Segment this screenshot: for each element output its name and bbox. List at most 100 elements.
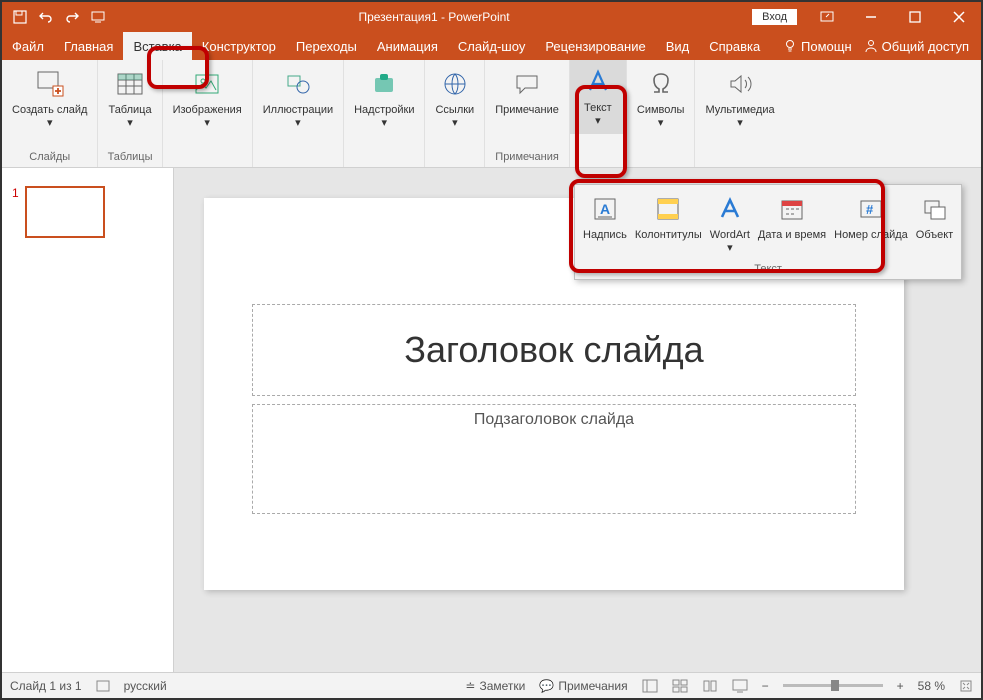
- text-button[interactable]: Текст ▾: [570, 60, 626, 134]
- text-dropdown-panel: A Надпись Колонтитулы WordArt ▾ Дата и в…: [574, 184, 962, 280]
- group-symbols: Символы ▾: [627, 60, 696, 167]
- object-button[interactable]: Объект: [912, 189, 957, 259]
- comments-button[interactable]: 💬 Примечания: [539, 679, 627, 693]
- images-button[interactable]: Изображения ▾: [167, 64, 248, 134]
- wordart-icon: [714, 193, 746, 225]
- headerfooter-button[interactable]: Колонтитулы: [631, 189, 706, 259]
- slide-thumbnail-1[interactable]: 1: [12, 186, 163, 238]
- normal-view-icon[interactable]: [642, 679, 658, 693]
- tab-insert[interactable]: Вставка: [123, 32, 191, 60]
- ribbon-display-icon[interactable]: [805, 2, 849, 32]
- links-button[interactable]: Ссылки ▾: [429, 64, 480, 134]
- svg-text:#: #: [866, 202, 874, 217]
- maximize-icon[interactable]: [893, 2, 937, 32]
- redo-icon[interactable]: [64, 9, 80, 25]
- comment-button[interactable]: Примечание: [489, 64, 565, 121]
- group-links: Ссылки ▾: [425, 60, 485, 167]
- chevron-down-icon: ▾: [452, 117, 458, 130]
- ribbon: Создать слайд ▾ Слайды Таблица ▾ Таблицы…: [2, 60, 981, 168]
- chevron-down-icon: ▾: [127, 117, 133, 130]
- share-button[interactable]: Общий доступ: [864, 39, 969, 54]
- textbox-button[interactable]: A Надпись: [579, 189, 631, 259]
- zoom-value[interactable]: 58 %: [918, 679, 945, 693]
- lightbulb-icon: [783, 39, 797, 53]
- language-button[interactable]: русский: [124, 679, 167, 693]
- group-comments: Примечание Примечания: [485, 60, 570, 167]
- tab-transitions[interactable]: Переходы: [286, 32, 367, 60]
- reading-view-icon[interactable]: [702, 679, 718, 693]
- group-label-slides: Слайды: [6, 149, 93, 167]
- tellme-button[interactable]: Помощн: [783, 39, 852, 54]
- tab-review[interactable]: Рецензирование: [535, 32, 655, 60]
- thumbnail-panel[interactable]: 1: [2, 168, 174, 672]
- slidenumber-button[interactable]: # Номер слайда: [830, 189, 912, 259]
- symbols-button[interactable]: Символы ▾: [631, 64, 691, 134]
- datetime-button[interactable]: Дата и время: [754, 189, 830, 259]
- zoom-slider[interactable]: [783, 684, 883, 687]
- group-media: Мультимедиа ▾: [695, 60, 784, 167]
- slideshow-view-icon[interactable]: [732, 679, 748, 693]
- tab-slideshow[interactable]: Слайд-шоу: [448, 32, 535, 60]
- undo-icon[interactable]: [38, 9, 54, 25]
- text-icon: [582, 66, 614, 98]
- slide-subtitle-placeholder[interactable]: Подзаголовок слайда: [252, 404, 856, 514]
- thumb-number: 1: [12, 186, 19, 238]
- chevron-down-icon: ▾: [658, 117, 664, 130]
- group-label-symbols: [631, 149, 691, 167]
- tab-file[interactable]: Файл: [2, 32, 54, 60]
- group-illustrations: Иллюстрации ▾: [253, 60, 344, 167]
- tab-help[interactable]: Справка: [699, 32, 770, 60]
- minimize-icon[interactable]: [849, 2, 893, 32]
- headerfooter-icon: [652, 193, 684, 225]
- group-label-illustrations: [257, 149, 339, 167]
- slidenumber-icon: #: [855, 193, 887, 225]
- status-bar: Слайд 1 из 1 русский ≐ Заметки 💬 Примеча…: [2, 672, 981, 698]
- addins-button[interactable]: Надстройки ▾: [348, 64, 420, 134]
- tab-home[interactable]: Главная: [54, 32, 123, 60]
- slide-counter[interactable]: Слайд 1 из 1: [10, 679, 82, 693]
- addins-icon: [368, 68, 400, 100]
- wordart-button[interactable]: WordArt ▾: [706, 189, 754, 259]
- group-label-links: [429, 149, 480, 167]
- new-slide-icon: [34, 68, 66, 100]
- table-button[interactable]: Таблица ▾: [102, 64, 157, 134]
- new-slide-button[interactable]: Создать слайд ▾: [6, 64, 93, 134]
- textbox-icon: A: [589, 193, 621, 225]
- media-button[interactable]: Мультимедиа ▾: [699, 64, 780, 134]
- omega-icon: [645, 68, 677, 100]
- zoom-out-button[interactable]: −: [762, 679, 769, 693]
- chevron-down-icon: ▾: [382, 117, 388, 130]
- chevron-down-icon: ▾: [595, 115, 601, 128]
- close-icon[interactable]: [937, 2, 981, 32]
- table-icon: [114, 68, 146, 100]
- chevron-down-icon: ▾: [727, 242, 733, 255]
- illustrations-button[interactable]: Иллюстрации ▾: [257, 64, 339, 134]
- chevron-down-icon: ▾: [295, 117, 301, 130]
- spellcheck-icon[interactable]: [96, 679, 110, 693]
- slide-title-placeholder[interactable]: Заголовок слайда: [252, 304, 856, 396]
- tab-view[interactable]: Вид: [656, 32, 700, 60]
- sorter-view-icon[interactable]: [672, 679, 688, 693]
- save-icon[interactable]: [12, 9, 28, 25]
- group-text: Текст ▾: [570, 60, 627, 167]
- popup-group-label: Текст: [575, 263, 961, 279]
- window-title: Презентация1 - PowerPoint: [116, 10, 752, 24]
- tab-animations[interactable]: Анимация: [367, 32, 448, 60]
- login-button[interactable]: Вход: [752, 9, 797, 25]
- fit-window-icon[interactable]: [959, 679, 973, 693]
- calendar-icon: [776, 193, 808, 225]
- title-bar: Презентация1 - PowerPoint Вход: [2, 2, 981, 32]
- shapes-icon: [282, 68, 314, 100]
- zoom-in-button[interactable]: +: [897, 679, 904, 693]
- thumb-preview: [25, 186, 105, 238]
- group-label-text: [570, 149, 626, 167]
- comment-icon: [511, 68, 543, 100]
- tab-design[interactable]: Конструктор: [192, 32, 286, 60]
- speaker-icon: [724, 68, 756, 100]
- notes-icon: ≐: [465, 679, 475, 693]
- notes-button[interactable]: ≐ Заметки: [465, 679, 525, 693]
- comments-icon: 💬: [539, 679, 554, 693]
- person-icon: [864, 39, 878, 53]
- chevron-down-icon: ▾: [737, 117, 743, 130]
- start-from-beginning-icon[interactable]: [90, 9, 106, 25]
